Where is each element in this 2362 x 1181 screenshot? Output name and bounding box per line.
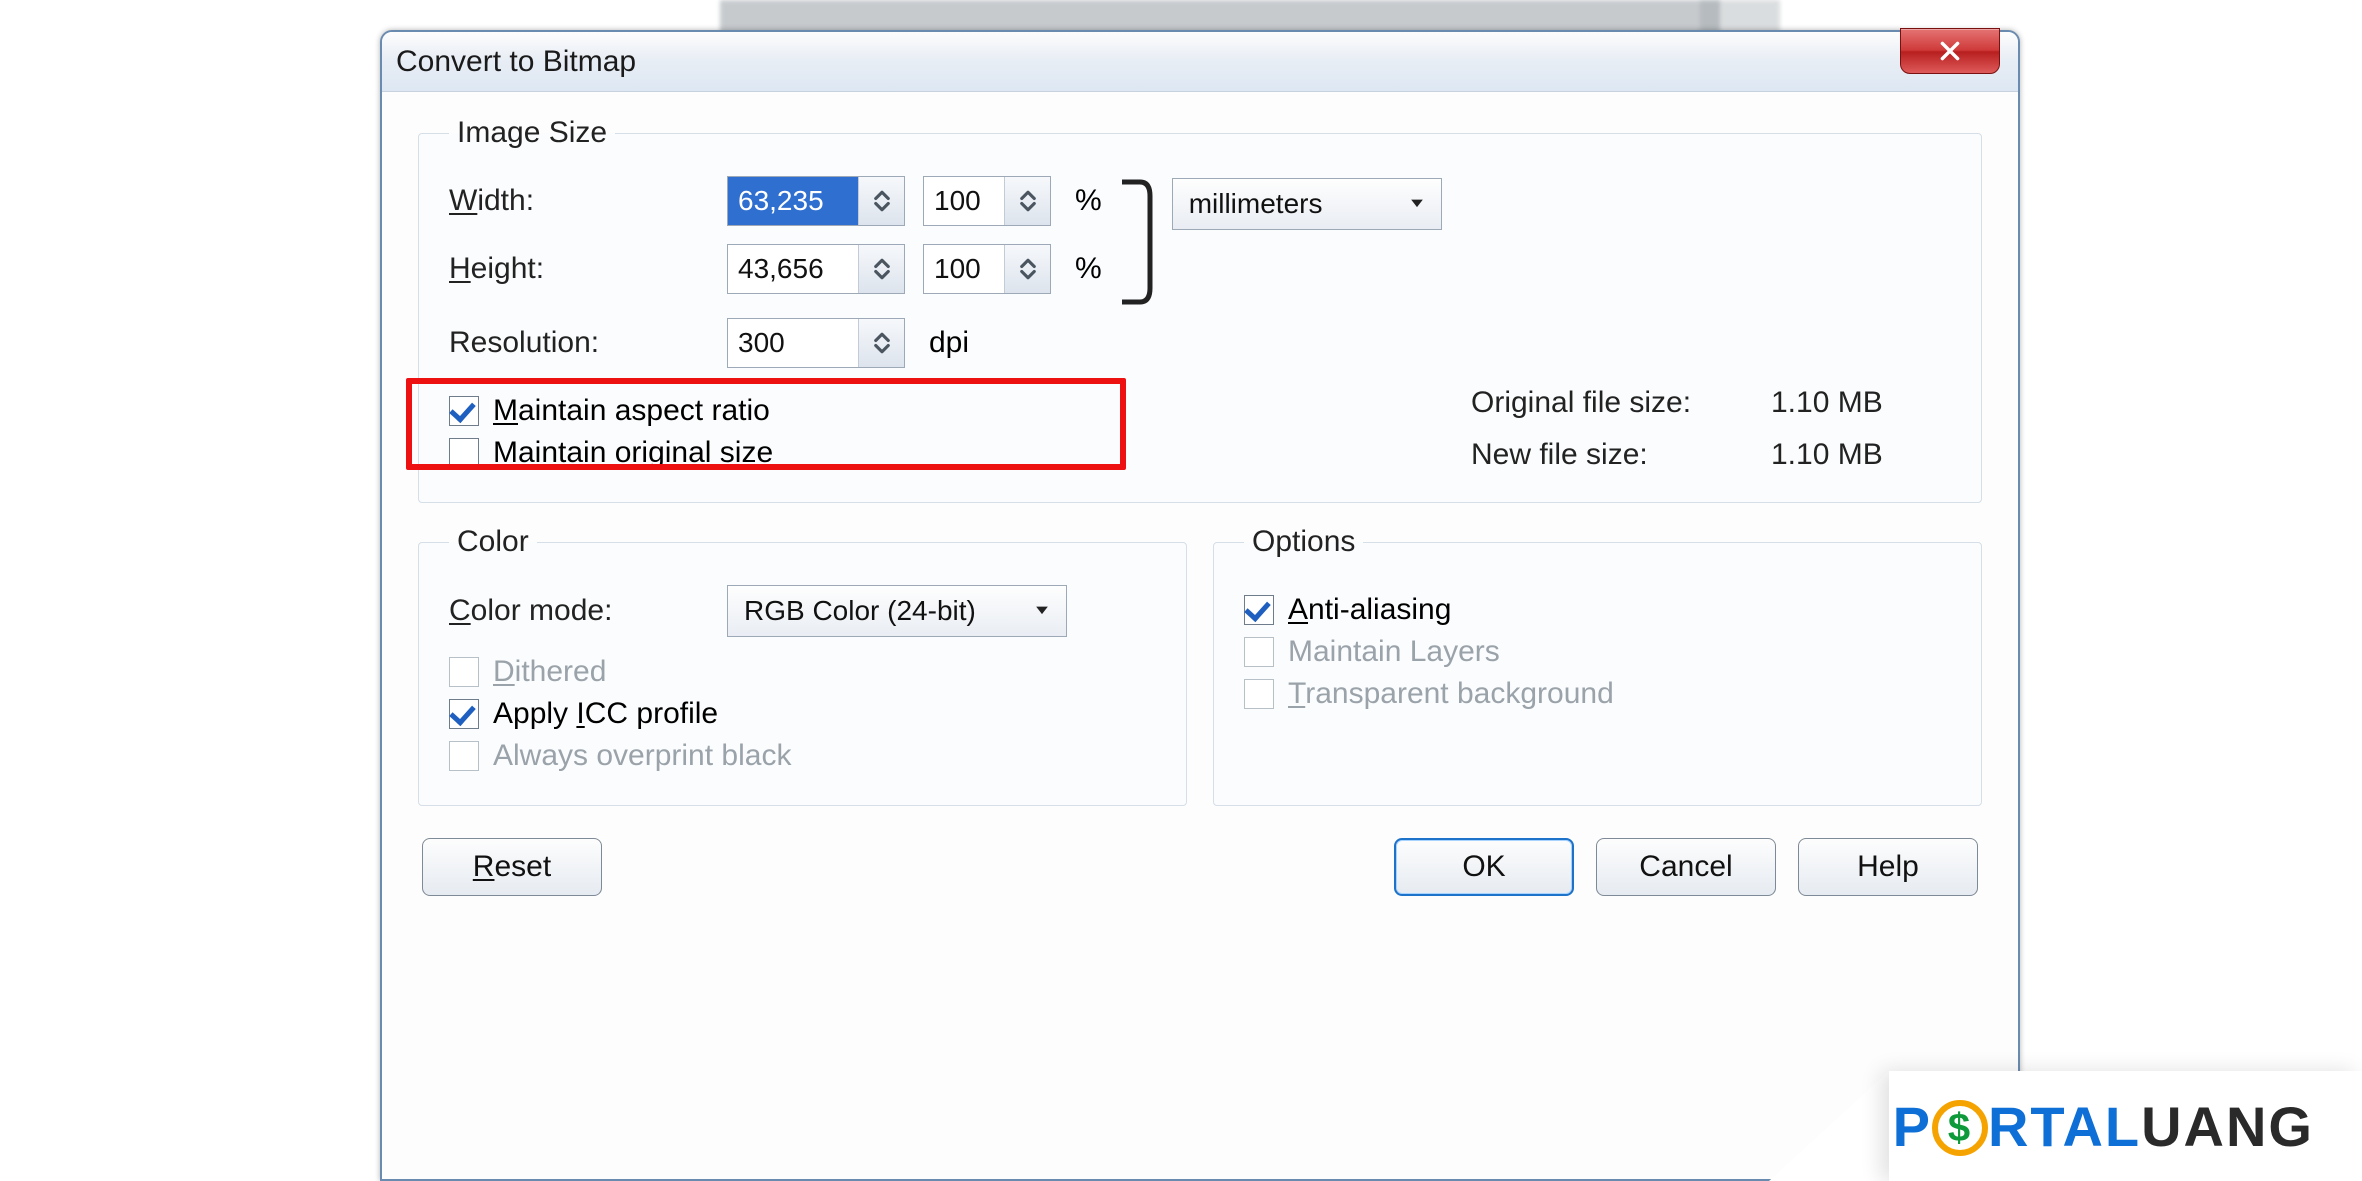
width-pct-symbol: % bbox=[1075, 184, 1102, 218]
watermark-arrow-icon bbox=[1769, 1071, 1889, 1181]
maintain-original-label: Maintain original size bbox=[493, 436, 773, 470]
size-lower-row: Maintain aspect ratio Maintain original … bbox=[449, 386, 1951, 478]
width-pct-input[interactable] bbox=[924, 177, 1004, 225]
maintain-original-checkbox[interactable] bbox=[449, 438, 479, 468]
width-pct-spin-buttons[interactable] bbox=[1004, 177, 1050, 225]
spin-updown-icon bbox=[1013, 254, 1043, 284]
height-label: Height: bbox=[449, 252, 709, 286]
maintain-aspect-row[interactable]: Maintain aspect ratio bbox=[449, 394, 1471, 428]
spin-updown-icon bbox=[867, 328, 897, 358]
width-row: WWidth:idth: bbox=[449, 176, 1102, 226]
image-size-group: Image Size WWidth:idth: bbox=[418, 116, 1982, 503]
height-pct-symbol: % bbox=[1075, 252, 1102, 286]
watermark: P $ RTAL UANG bbox=[1769, 1071, 2362, 1181]
overprint-row: Always overprint black bbox=[449, 739, 1156, 773]
close-button[interactable] bbox=[1900, 28, 2000, 74]
height-spin-buttons[interactable] bbox=[858, 245, 904, 293]
button-bar: Reset OK Cancel Help bbox=[418, 828, 1982, 896]
resolution-input[interactable] bbox=[728, 319, 858, 367]
overprint-label: Always overprint black bbox=[493, 739, 791, 773]
help-button[interactable]: Help bbox=[1798, 838, 1978, 896]
anti-aliasing-row[interactable]: Anti-aliasing bbox=[1244, 593, 1951, 627]
maintain-layers-row: Maintain Layers bbox=[1244, 635, 1951, 669]
color-mode-row: Color mode: RGB Color (24-bit) bbox=[449, 585, 1156, 637]
image-size-legend: Image Size bbox=[449, 116, 615, 150]
original-size-label: Original file size: bbox=[1471, 386, 1771, 420]
maintain-aspect-checkbox[interactable] bbox=[449, 396, 479, 426]
options-legend: Options bbox=[1244, 525, 1363, 559]
anti-aliasing-label: Anti-aliasing bbox=[1288, 593, 1451, 627]
original-size-value: 1.10 MB bbox=[1771, 386, 1951, 420]
apply-icc-row[interactable]: Apply ICC profile bbox=[449, 697, 1156, 731]
transparent-bg-checkbox bbox=[1244, 679, 1274, 709]
watermark-text: P $ RTAL UANG bbox=[1889, 1071, 2362, 1181]
maintain-aspect-label: Maintain aspect ratio bbox=[493, 394, 770, 428]
resolution-spin-buttons[interactable] bbox=[858, 319, 904, 367]
transparent-bg-row: Transparent background bbox=[1244, 677, 1951, 711]
close-icon bbox=[1937, 38, 1963, 64]
link-bracket-icon bbox=[1120, 176, 1154, 308]
spin-updown-icon bbox=[867, 254, 897, 284]
spin-updown-icon bbox=[867, 186, 897, 216]
maintain-layers-label: Maintain Layers bbox=[1288, 635, 1500, 669]
color-mode-label: Color mode: bbox=[449, 594, 709, 628]
units-dropdown[interactable]: millimeters bbox=[1172, 178, 1442, 230]
chevron-down-icon bbox=[1407, 188, 1427, 220]
options-group: Options Anti-aliasing Maintain Layers Tr… bbox=[1213, 525, 1982, 806]
file-size-info: Original file size: 1.10 MB New file siz… bbox=[1471, 386, 1951, 472]
dithered-row: Dithered bbox=[449, 655, 1156, 689]
dithered-label: Dithered bbox=[493, 655, 606, 689]
maintain-layers-checkbox bbox=[1244, 637, 1274, 667]
chevron-down-icon bbox=[1032, 595, 1052, 627]
height-spinner[interactable] bbox=[727, 244, 905, 294]
height-input[interactable] bbox=[728, 245, 858, 293]
color-mode-selected: RGB Color (24-bit) bbox=[744, 595, 976, 627]
height-row: Height: % bbox=[449, 244, 1102, 294]
apply-icc-checkbox[interactable] bbox=[449, 699, 479, 729]
maintain-original-row[interactable]: Maintain original size bbox=[449, 436, 1471, 470]
width-label: WWidth:idth: bbox=[449, 184, 709, 218]
new-size-value: 1.10 MB bbox=[1771, 438, 1951, 472]
dithered-checkbox bbox=[449, 657, 479, 687]
resolution-label: Resolution: bbox=[449, 326, 709, 360]
titlebar: Convert to Bitmap bbox=[382, 32, 2018, 92]
anti-aliasing-checkbox[interactable] bbox=[1244, 595, 1274, 625]
color-legend: Color bbox=[449, 525, 537, 559]
color-mode-dropdown[interactable]: RGB Color (24-bit) bbox=[727, 585, 1067, 637]
width-input[interactable] bbox=[728, 177, 858, 225]
cancel-button[interactable]: Cancel bbox=[1596, 838, 1776, 896]
height-pct-spin-buttons[interactable] bbox=[1004, 245, 1050, 293]
units-selected: millimeters bbox=[1189, 188, 1323, 220]
width-spin-buttons[interactable] bbox=[858, 177, 904, 225]
transparent-bg-label: Transparent background bbox=[1288, 677, 1614, 711]
new-size-label: New file size: bbox=[1471, 438, 1771, 472]
dialog-title: Convert to Bitmap bbox=[396, 45, 636, 79]
overprint-checkbox bbox=[449, 741, 479, 771]
resolution-spinner[interactable] bbox=[727, 318, 905, 368]
apply-icc-label: Apply ICC profile bbox=[493, 697, 718, 731]
reset-button[interactable]: Reset bbox=[422, 838, 602, 896]
height-pct-input[interactable] bbox=[924, 245, 1004, 293]
resolution-unit: dpi bbox=[929, 326, 969, 360]
convert-to-bitmap-dialog: Convert to Bitmap Image Size WWidth:idth… bbox=[380, 30, 2020, 1181]
width-pct-spinner[interactable] bbox=[923, 176, 1051, 226]
dollar-coin-icon: $ bbox=[1932, 1100, 1988, 1156]
height-pct-spinner[interactable] bbox=[923, 244, 1051, 294]
resolution-row: Resolution: dpi bbox=[449, 318, 1951, 368]
color-group: Color Color mode: RGB Color (24-bit) Dit… bbox=[418, 525, 1187, 806]
spin-updown-icon bbox=[1013, 186, 1043, 216]
ok-button[interactable]: OK bbox=[1394, 838, 1574, 896]
width-spinner[interactable] bbox=[727, 176, 905, 226]
dialog-client: Image Size WWidth:idth: bbox=[382, 92, 2018, 1179]
